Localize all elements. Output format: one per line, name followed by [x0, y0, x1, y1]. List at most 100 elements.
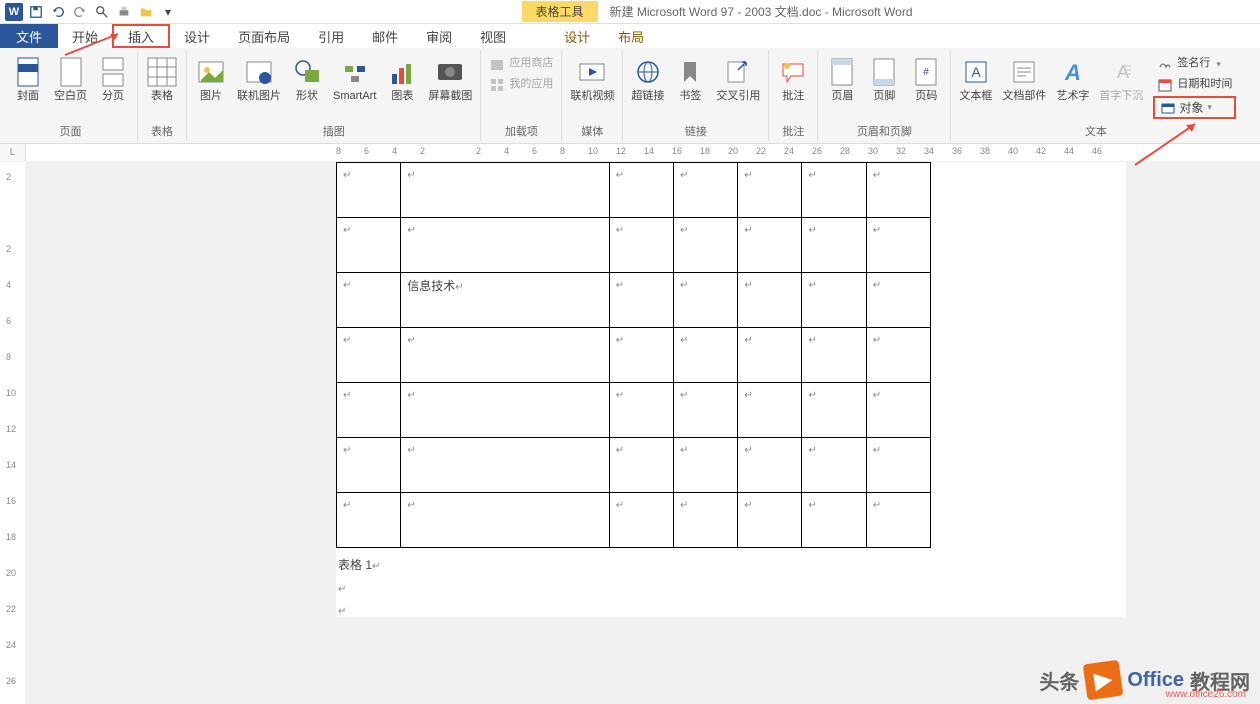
online-picture-button[interactable]: 联机图片: [233, 54, 285, 105]
tab-review[interactable]: 审阅: [412, 24, 466, 48]
table-cell[interactable]: ↵: [866, 328, 930, 383]
tab-insert[interactable]: 插入: [112, 24, 170, 48]
table-cell[interactable]: ↵: [609, 273, 673, 328]
table-cell[interactable]: ↵: [866, 273, 930, 328]
table-cell[interactable]: ↵: [802, 438, 866, 493]
header-button[interactable]: 页眉: [822, 54, 862, 105]
table-cell[interactable]: ↵: [866, 383, 930, 438]
table-cell[interactable]: ↵: [401, 218, 609, 273]
tab-design[interactable]: 设计: [170, 24, 224, 48]
table-cell[interactable]: ↵: [673, 163, 737, 218]
table-cell[interactable]: ↵: [609, 493, 673, 548]
document-table[interactable]: ↵↵↵↵↵↵↵↵↵↵↵↵↵↵↵信息技术↵↵↵↵↵↵↵↵↵↵↵↵↵↵↵↵↵↵↵↵↵…: [336, 162, 931, 548]
tab-file[interactable]: 文件: [0, 24, 58, 48]
table-cell[interactable]: ↵: [337, 383, 401, 438]
picture-button[interactable]: 图片: [191, 54, 231, 105]
redo-icon[interactable]: [70, 2, 90, 22]
tab-home[interactable]: 开始: [58, 24, 112, 48]
table-cell[interactable]: ↵: [337, 163, 401, 218]
tab-table-design[interactable]: 设计: [550, 24, 604, 48]
save-icon[interactable]: [26, 2, 46, 22]
page-area[interactable]: ↵↵↵↵↵↵↵↵↵↵↵↵↵↵↵信息技术↵↵↵↵↵↵↵↵↵↵↵↵↵↵↵↵↵↵↵↵↵…: [26, 162, 1260, 704]
table-cell[interactable]: ↵: [738, 383, 802, 438]
table-cell[interactable]: ↵: [337, 328, 401, 383]
table-cell[interactable]: ↵: [673, 438, 737, 493]
tab-mailings[interactable]: 邮件: [358, 24, 412, 48]
table-cell[interactable]: 信息技术↵: [401, 273, 609, 328]
table-cell[interactable]: ↵: [609, 383, 673, 438]
table-cell[interactable]: ↵: [673, 218, 737, 273]
table-cell[interactable]: ↵: [401, 438, 609, 493]
vertical-ruler[interactable]: 22468101214161820222426: [0, 162, 26, 704]
table-cell[interactable]: ↵: [738, 328, 802, 383]
table-cell[interactable]: ↵: [401, 163, 609, 218]
table-cell[interactable]: ↵: [673, 383, 737, 438]
footer-button[interactable]: 页脚: [864, 54, 904, 105]
online-video-button[interactable]: 联机视频: [566, 54, 618, 105]
table-cell[interactable]: ↵: [802, 383, 866, 438]
cover-page-button[interactable]: 封面: [8, 54, 48, 105]
table-cell[interactable]: ↵: [673, 328, 737, 383]
tab-table-layout[interactable]: 布局: [604, 24, 658, 48]
table-cell[interactable]: ↵: [802, 218, 866, 273]
word-app-icon[interactable]: W: [4, 2, 24, 22]
table-cell[interactable]: ↵: [738, 438, 802, 493]
shapes-button[interactable]: 形状: [287, 54, 327, 105]
table-cell[interactable]: ↵: [337, 218, 401, 273]
page-number-button[interactable]: #页码: [906, 54, 946, 105]
table-cell[interactable]: ↵: [609, 438, 673, 493]
table-cell[interactable]: ↵: [337, 493, 401, 548]
date-time-button[interactable]: 日期和时间: [1153, 75, 1236, 95]
blank-page-button[interactable]: 空白页: [50, 54, 91, 105]
my-apps-button[interactable]: 我的应用: [485, 75, 557, 95]
table-cell[interactable]: ↵: [673, 493, 737, 548]
table-cell[interactable]: ↵: [866, 163, 930, 218]
page-break-button[interactable]: 分页: [93, 54, 133, 105]
table-cell[interactable]: ↵: [609, 218, 673, 273]
open-folder-icon[interactable]: [136, 2, 156, 22]
table-caption: 表格 1↵: [338, 556, 1126, 573]
table-cell[interactable]: ↵: [609, 328, 673, 383]
object-button[interactable]: 对象▾: [1153, 96, 1236, 119]
table-cell[interactable]: ↵: [738, 163, 802, 218]
bookmark-button[interactable]: 书签: [670, 54, 710, 105]
screenshot-button[interactable]: 屏幕截图: [424, 54, 476, 105]
table-cell[interactable]: ↵: [337, 438, 401, 493]
table-cell[interactable]: ↵: [738, 273, 802, 328]
table-button[interactable]: 表格: [142, 54, 182, 105]
table-cell[interactable]: ↵: [866, 218, 930, 273]
table-cell[interactable]: ↵: [802, 328, 866, 383]
dropcap-button[interactable]: A首字下沉: [1095, 54, 1147, 105]
textbox-button[interactable]: A文本框: [955, 54, 996, 105]
tab-view[interactable]: 视图: [466, 24, 520, 48]
comment-button[interactable]: 批注: [773, 54, 813, 105]
table-cell[interactable]: ↵: [401, 493, 609, 548]
table-cell[interactable]: ↵: [866, 438, 930, 493]
chart-button[interactable]: 图表: [382, 54, 422, 105]
table-cell[interactable]: ↵: [337, 273, 401, 328]
horizontal-ruler[interactable]: 8642246810121416182022242628303234363840…: [26, 144, 1260, 161]
table-cell[interactable]: ↵: [401, 328, 609, 383]
table-cell[interactable]: ↵: [401, 383, 609, 438]
table-cell[interactable]: ↵: [738, 218, 802, 273]
signature-button[interactable]: 签名行▾: [1153, 54, 1236, 74]
hyperlink-button[interactable]: 超链接: [627, 54, 668, 105]
smartart-button[interactable]: SmartArt: [329, 54, 380, 105]
print-icon[interactable]: [114, 2, 134, 22]
table-cell[interactable]: ↵: [866, 493, 930, 548]
cross-reference-button[interactable]: 交叉引用: [712, 54, 764, 105]
quick-parts-button[interactable]: 文档部件: [998, 54, 1050, 105]
table-cell[interactable]: ↵: [673, 273, 737, 328]
table-cell[interactable]: ↵: [802, 163, 866, 218]
table-cell[interactable]: ↵: [802, 273, 866, 328]
undo-icon[interactable]: [48, 2, 68, 22]
tab-page-layout[interactable]: 页面布局: [224, 24, 304, 48]
table-cell[interactable]: ↵: [609, 163, 673, 218]
qat-dropdown-icon[interactable]: ▾: [158, 2, 178, 22]
app-store-button[interactable]: 应用商店: [485, 54, 557, 74]
tab-references[interactable]: 引用: [304, 24, 358, 48]
print-preview-icon[interactable]: [92, 2, 112, 22]
table-cell[interactable]: ↵: [738, 493, 802, 548]
wordart-button[interactable]: A艺术字: [1052, 54, 1093, 105]
table-cell[interactable]: ↵: [802, 493, 866, 548]
